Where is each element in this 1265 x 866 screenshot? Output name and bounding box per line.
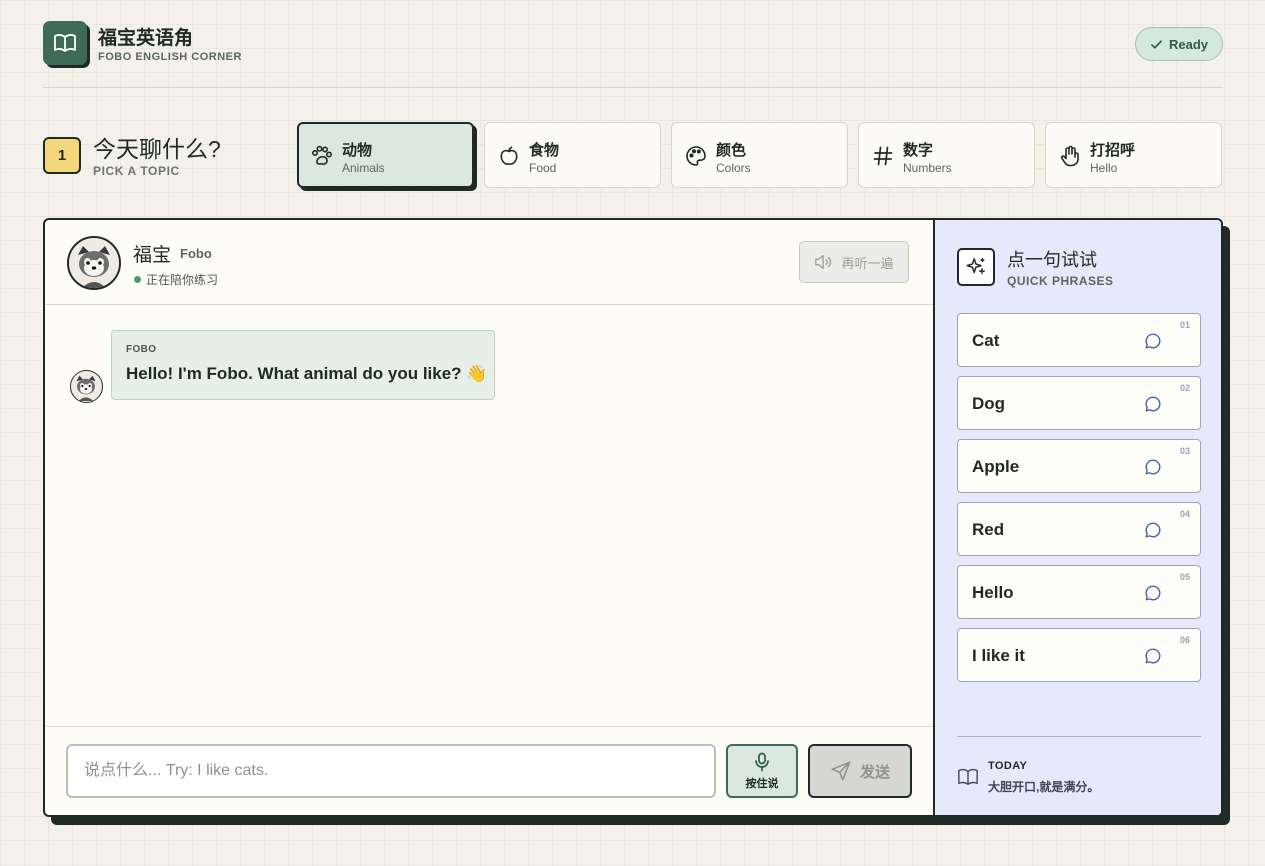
phrase-number: 04 <box>1179 509 1190 519</box>
chat-partner-name-en: Fobo <box>180 246 212 261</box>
book-logo-icon <box>43 21 87 65</box>
message-input[interactable] <box>66 744 716 798</box>
message-sender: FOBO <box>126 344 157 355</box>
open-book-icon <box>958 768 978 786</box>
message-text: Hello! I'm Fobo. What animal do you like… <box>126 364 488 383</box>
phrase-text: Apple <box>972 457 1020 476</box>
phrase-text: Red <box>972 520 1005 539</box>
topic-label-en: Hello <box>1090 161 1118 175</box>
topic-card-colors[interactable]: 颜色 Colors <box>671 122 848 188</box>
phrase-text: Dog <box>972 394 1006 413</box>
push-to-talk-button[interactable]: 按住说 <box>726 744 798 798</box>
check-icon <box>1151 39 1162 49</box>
phrase-text: Hello <box>972 583 1014 602</box>
status-badge: Ready <box>1135 27 1223 61</box>
phrase-number: 01 <box>1179 320 1190 330</box>
topic-subheading: PICK A TOPIC <box>93 164 180 178</box>
phrase-number: 05 <box>1179 572 1190 582</box>
send-icon <box>831 761 851 781</box>
topic-label-en: Colors <box>716 161 751 175</box>
chat-bubble-icon <box>1145 396 1161 412</box>
phrase-button[interactable]: Apple 03 <box>957 439 1201 493</box>
step-number-badge: 1 <box>43 137 81 174</box>
chat-bubble-icon <box>1145 585 1161 601</box>
app-header: 福宝英语角 FOBO ENGLISH CORNER Ready <box>43 21 1223 67</box>
apple-icon <box>500 146 518 165</box>
today-tip: 大胆开口,就是满分。 <box>988 780 1100 794</box>
phrase-number: 03 <box>1179 446 1190 456</box>
phrase-button[interactable]: Hello 05 <box>957 565 1201 619</box>
send-button[interactable]: 发送 <box>808 744 912 798</box>
topic-heading: 今天聊什么? <box>93 136 221 162</box>
app-title: 福宝英语角 <box>98 28 194 49</box>
topic-card-numbers[interactable]: 数字 Numbers <box>858 122 1035 188</box>
phrase-text: I like it <box>972 646 1025 665</box>
header-divider <box>43 87 1223 88</box>
paw-icon <box>311 145 332 165</box>
fobo-avatar <box>67 236 121 290</box>
send-label: 发送 <box>859 763 890 781</box>
microphone-icon <box>755 752 769 771</box>
chat-bubble-icon <box>1145 459 1161 475</box>
topic-card-animals[interactable]: 动物 Animals <box>297 122 474 188</box>
quick-phrases-sidebar: 点一句试试 QUICK PHRASES Cat 01 Dog 02 Apple … <box>933 220 1221 815</box>
mic-label: 按住说 <box>745 777 779 790</box>
topic-label-en: Animals <box>342 161 385 175</box>
chat-header: 福宝 Fobo 正在陪你练习 再听一遍 <box>45 220 933 305</box>
status-label: Ready <box>1168 36 1209 52</box>
topic-label-en: Food <box>529 161 557 175</box>
chat-bubble-icon <box>1145 648 1161 664</box>
phrase-button[interactable]: Red 04 <box>957 502 1201 556</box>
chat-panel: 福宝 Fobo 正在陪你练习 再听一遍 FOBO Hello! I'm Fobo… <box>43 218 1223 817</box>
today-label: TODAY <box>988 760 1028 772</box>
sidebar-divider <box>957 736 1201 737</box>
message-bubble: FOBO Hello! I'm Fobo. What animal do you… <box>111 330 495 400</box>
palette-icon <box>686 146 706 166</box>
phrase-button[interactable]: I like it 06 <box>957 628 1201 682</box>
chat-status-text: 正在陪你练习 <box>146 273 219 287</box>
sidebar-title: 点一句试试 <box>1007 250 1097 270</box>
replay-button[interactable]: 再听一遍 <box>799 241 909 283</box>
phrase-button[interactable]: Dog 02 <box>957 376 1201 430</box>
hash-icon <box>873 146 893 166</box>
replay-label: 再听一遍 <box>841 255 894 271</box>
speaker-icon <box>815 254 832 270</box>
topic-label-cn: 食物 <box>529 142 560 159</box>
hand-icon <box>1060 145 1079 167</box>
app-subtitle: FOBO ENGLISH CORNER <box>98 51 242 63</box>
topic-label-cn: 数字 <box>903 142 934 159</box>
topic-label-en: Numbers <box>903 161 952 175</box>
topic-label-cn: 颜色 <box>716 142 747 159</box>
chat-bubble-icon <box>1145 333 1161 349</box>
chat-partner-name: 福宝 <box>133 245 172 266</box>
sidebar-subtitle: QUICK PHRASES <box>1007 274 1114 288</box>
phrase-text: Cat <box>972 331 1000 350</box>
sparkle-icon <box>957 248 995 286</box>
phrase-number: 06 <box>1179 635 1190 645</box>
composer: 按住说 发送 <box>45 726 933 815</box>
phrase-number: 02 <box>1179 383 1190 393</box>
topic-label-cn: 打招呼 <box>1090 142 1136 159</box>
message-list: FOBO Hello! I'm Fobo. What animal do you… <box>45 306 933 726</box>
phrase-button[interactable]: Cat 01 <box>957 313 1201 367</box>
chat-bubble-icon <box>1145 522 1161 538</box>
topic-card-food[interactable]: 食物 Food <box>484 122 661 188</box>
online-indicator <box>134 276 141 283</box>
topic-label-cn: 动物 <box>342 142 373 159</box>
topic-card-hello[interactable]: 打招呼 Hello <box>1045 122 1222 188</box>
message-avatar <box>70 370 103 403</box>
